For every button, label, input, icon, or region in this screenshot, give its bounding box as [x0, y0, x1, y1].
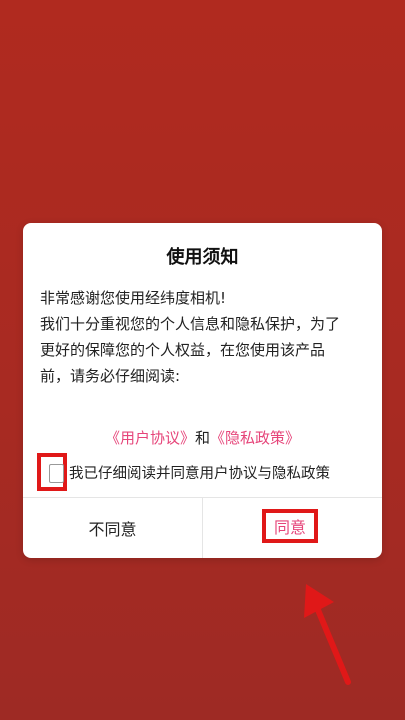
- agree-checkbox-label[interactable]: 我已仔细阅读并同意用户协议与隐私政策: [69, 462, 330, 483]
- arrow-up-left-icon: [304, 584, 351, 685]
- dialog-body: 非常感谢您使用经纬度相机! 我们十分重视您的个人信息和隐私保护，为了 更好的保障…: [40, 285, 368, 389]
- dialog-title: 使用须知: [166, 247, 239, 268]
- privacy-policy-link[interactable]: 《隐私政策》: [210, 429, 300, 447]
- paragraph-line-1: 我们十分重视您的个人信息和隐私保护，为了: [40, 315, 341, 333]
- dialog-footer: 不同意 同意: [23, 497, 382, 558]
- user-agreement-link[interactable]: 《用户协议》: [105, 429, 195, 447]
- agree-button[interactable]: 同意: [262, 509, 318, 543]
- greeting-text: 非常感谢您使用经纬度相机!: [40, 289, 227, 307]
- policy-links: 《用户协议》和《隐私政策》: [23, 427, 382, 448]
- checkbox-highlight: [37, 453, 67, 491]
- disagree-button[interactable]: 不同意: [23, 498, 203, 558]
- paragraph-line-3: 前，请务必仔细阅读:: [40, 367, 181, 385]
- terms-dialog: 使用须知 非常感谢您使用经纬度相机! 我们十分重视您的个人信息和隐私保护，为了 …: [23, 223, 382, 558]
- agree-button-label: 同意: [273, 518, 306, 537]
- agree-row: 我已仔细阅读并同意用户协议与隐私政策: [37, 453, 372, 491]
- agree-checkbox[interactable]: [49, 464, 64, 483]
- and-text: 和: [194, 429, 210, 447]
- paragraph-line-2: 更好的保障您的个人权益，在您使用该产品: [40, 341, 326, 359]
- agree-button-cell: 同意: [203, 498, 382, 558]
